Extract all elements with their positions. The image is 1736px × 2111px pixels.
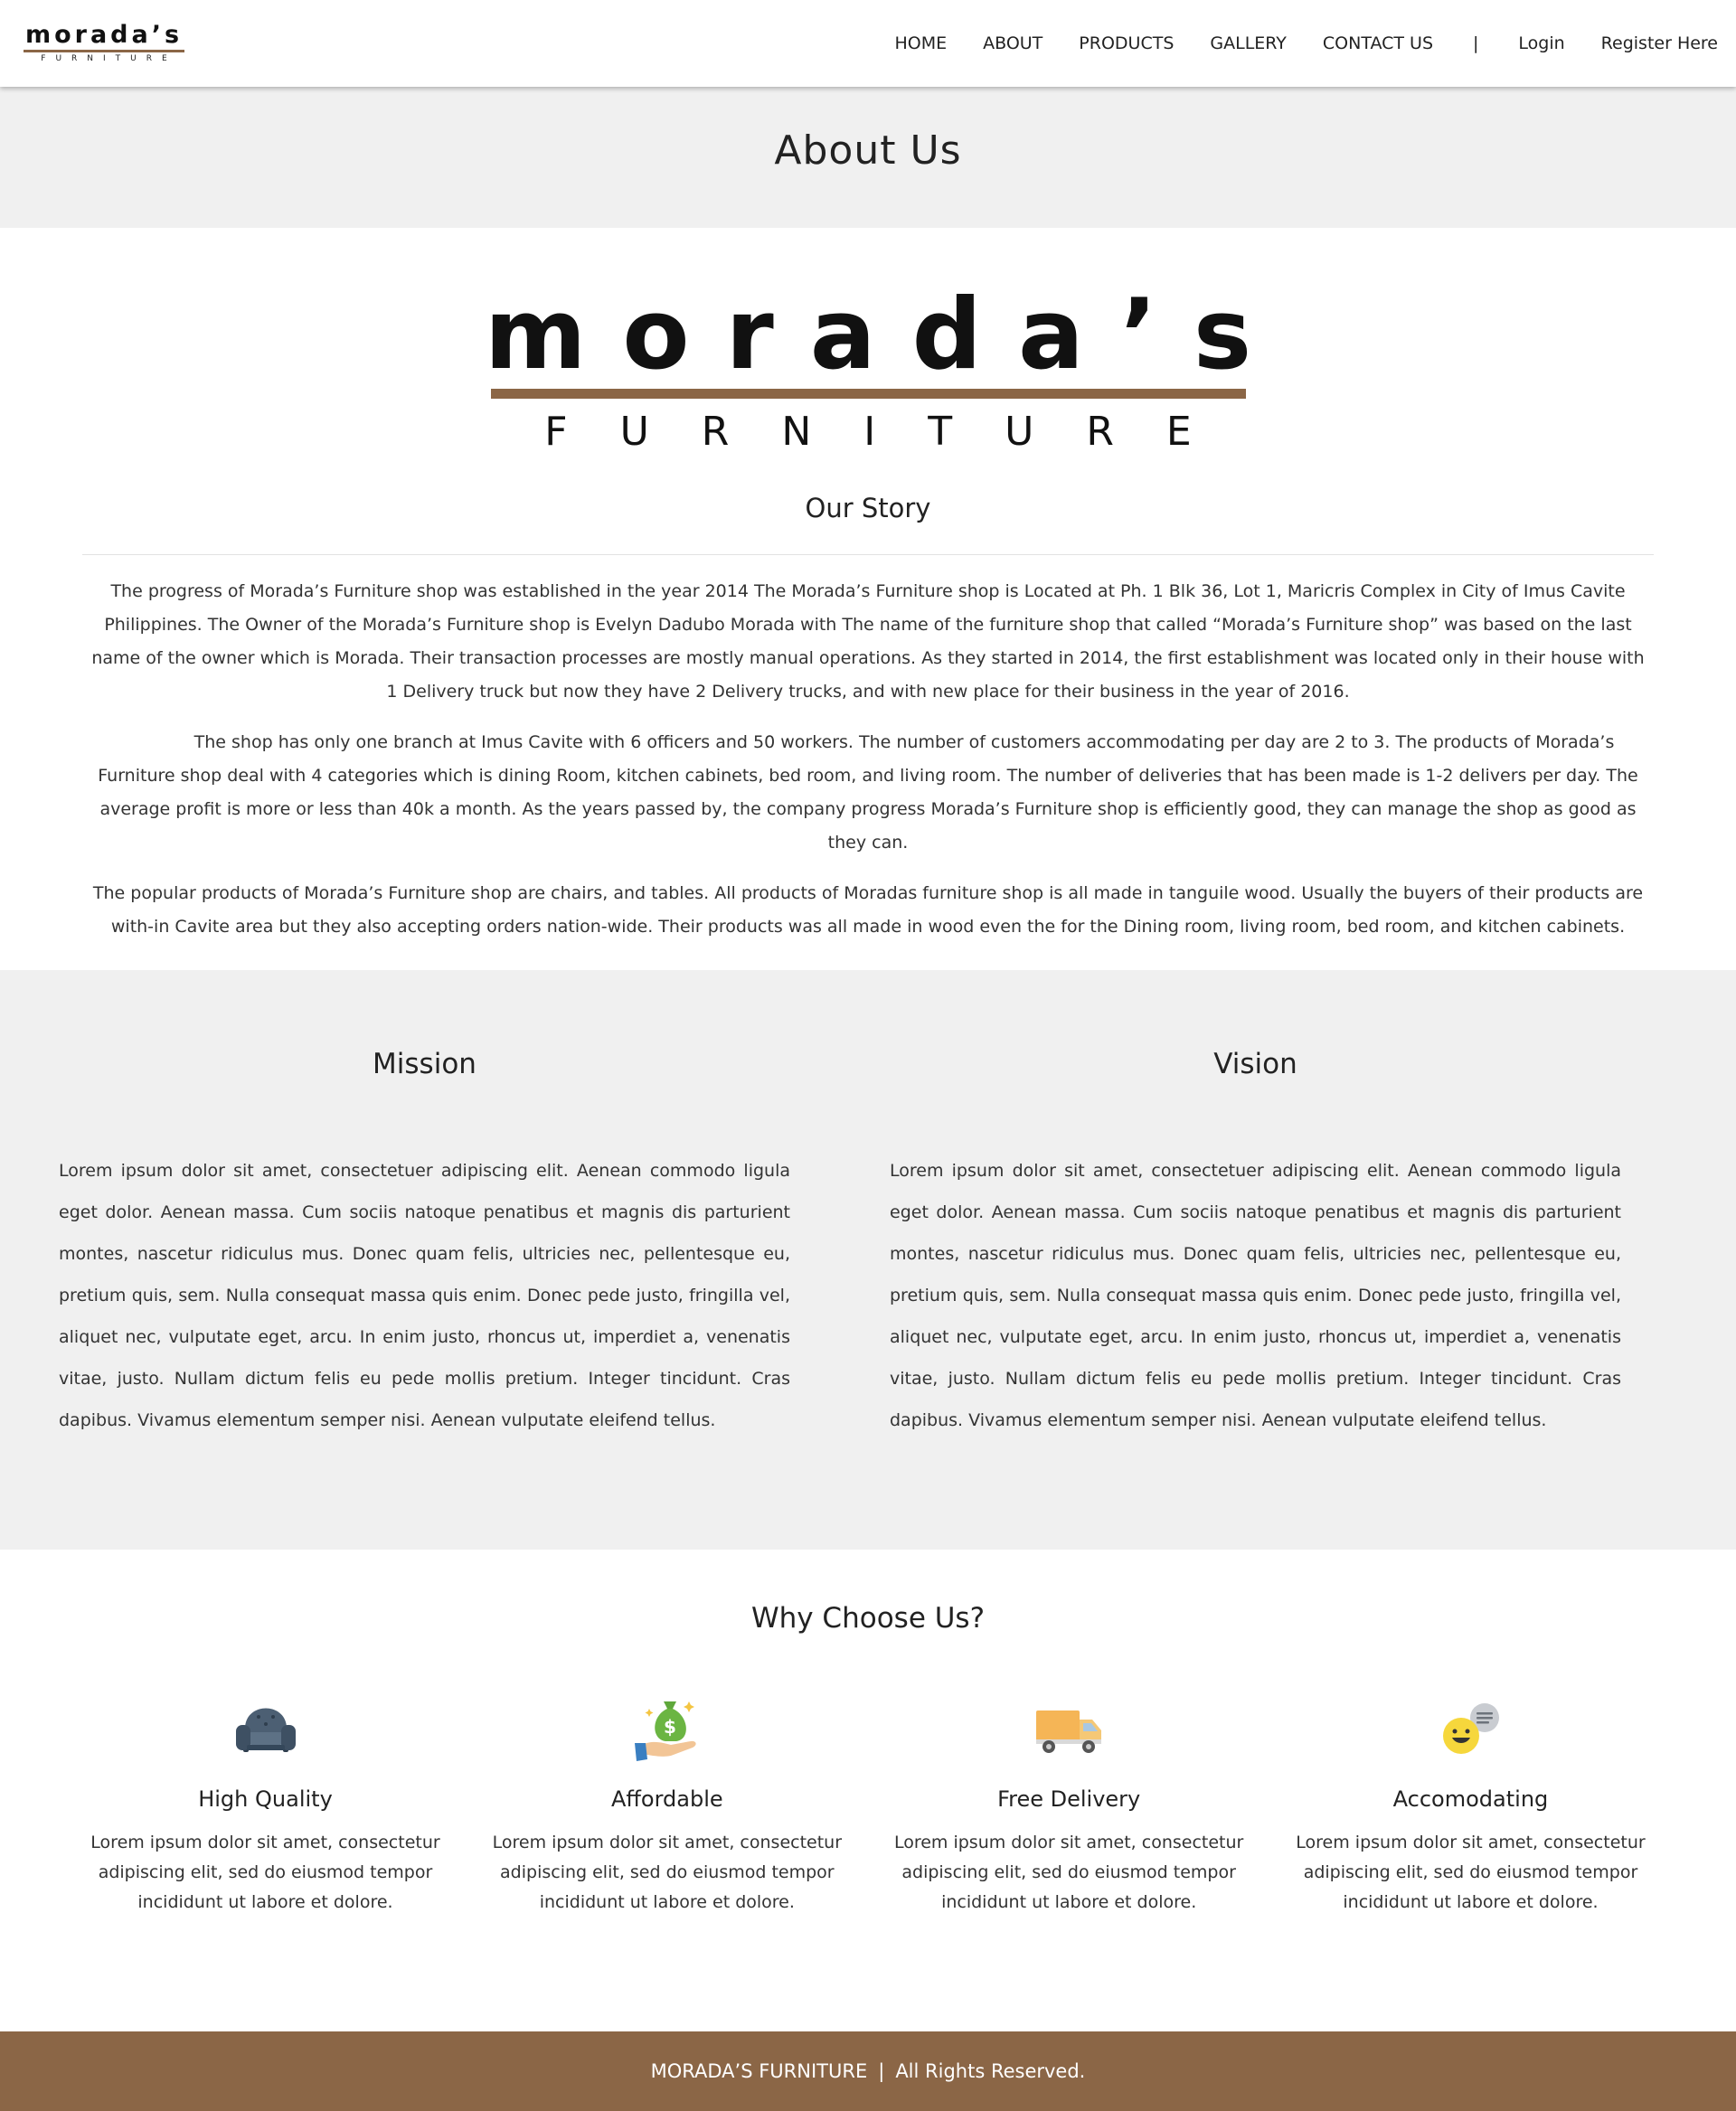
story-heading: Our Story bbox=[805, 493, 931, 523]
nav-about[interactable]: ABOUT bbox=[983, 33, 1043, 53]
vision-column: Vision Lorem ipsum dolor sit amet, conse… bbox=[890, 970, 1621, 1550]
why-heading: Why Choose Us? bbox=[750, 1602, 986, 1635]
feature-title: Accomodating bbox=[1392, 1786, 1549, 1812]
smiley-chat-icon bbox=[1270, 1692, 1671, 1763]
armchair-icon bbox=[65, 1692, 466, 1763]
footer-divider: | bbox=[878, 2060, 885, 2082]
mission-title: Mission bbox=[373, 1048, 476, 1080]
story-logo-sub: FURNITURE bbox=[544, 409, 1244, 455]
about-banner: About Us bbox=[0, 87, 1736, 228]
header-logo-sub: FURNITURE bbox=[41, 54, 177, 63]
header-logo-rule bbox=[24, 50, 184, 52]
vision-title: Vision bbox=[1213, 1048, 1297, 1080]
feature-text: Lorem ipsum dolor sit amet, consectetur … bbox=[1296, 1833, 1646, 1912]
top-navbar: morada’s FURNITURE HOME ABOUT PRODUCTS G… bbox=[0, 0, 1736, 87]
features-row: High Quality Lorem ipsum dolor sit amet,… bbox=[0, 1692, 1736, 1918]
mission-text: Lorem ipsum dolor sit amet, consectetuer… bbox=[59, 1161, 790, 1430]
money-bag-hand-icon: $ bbox=[467, 1692, 867, 1763]
story-section: morada’s FURNITURE Our Story The progres… bbox=[0, 228, 1736, 970]
story-divider bbox=[82, 554, 1654, 555]
feature-affordable: $ Affordable Lorem ipsum dolor sit amet,… bbox=[467, 1692, 867, 1918]
mission-vision-section: Mission Lorem ipsum dolor sit amet, cons… bbox=[0, 970, 1736, 1550]
mission-column: Mission Lorem ipsum dolor sit amet, cons… bbox=[59, 970, 790, 1550]
story-paragraph: The popular products of Morada’s Furnitu… bbox=[92, 883, 1644, 937]
feature-text: Lorem ipsum dolor sit amet, consectetur … bbox=[893, 1833, 1244, 1912]
nav-products[interactable]: PRODUCTS bbox=[1079, 33, 1174, 53]
delivery-truck-icon bbox=[869, 1692, 1269, 1763]
nav-home[interactable]: HOME bbox=[894, 33, 947, 53]
feature-high-quality: High Quality Lorem ipsum dolor sit amet,… bbox=[65, 1692, 466, 1918]
story-logo-rule bbox=[490, 389, 1246, 399]
feature-text: Lorem ipsum dolor sit amet, consectetur … bbox=[90, 1833, 440, 1912]
nav-register[interactable]: Register Here bbox=[1601, 33, 1718, 53]
story-paragraph: The progress of Morada’s Furniture shop … bbox=[91, 581, 1645, 702]
footer-rights: All Rights Reserved. bbox=[895, 2060, 1086, 2082]
nav-contact-us[interactable]: CONTACT US bbox=[1323, 33, 1433, 53]
feature-title: Free Delivery bbox=[997, 1786, 1141, 1812]
feature-title: High Quality bbox=[198, 1786, 333, 1812]
header-logo[interactable]: morada’s FURNITURE bbox=[24, 21, 184, 63]
feature-free-delivery: Free Delivery Lorem ipsum dolor sit amet… bbox=[869, 1692, 1269, 1918]
svg-text:$: $ bbox=[664, 1716, 676, 1738]
feature-accomodating: Accomodating Lorem ipsum dolor sit amet,… bbox=[1270, 1692, 1671, 1918]
story-logo: morada’s FURNITURE bbox=[485, 286, 1251, 455]
feature-text: Lorem ipsum dolor sit amet, consectetur … bbox=[492, 1833, 843, 1912]
story-text: The progress of Morada’s Furniture shop … bbox=[90, 575, 1646, 944]
vision-text: Lorem ipsum dolor sit amet, consectetuer… bbox=[890, 1161, 1621, 1430]
footer-brand: MORADA’S FURNITURE bbox=[650, 2060, 868, 2082]
story-logo-brand: morada’s bbox=[484, 278, 1288, 391]
feature-title: Affordable bbox=[610, 1786, 723, 1812]
nav-gallery[interactable]: GALLERY bbox=[1210, 33, 1287, 53]
why-choose-us-section: Why Choose Us? High Quality Lorem ipsum … bbox=[0, 1550, 1736, 2031]
page-title: About Us bbox=[774, 127, 962, 174]
nav-separator: | bbox=[1473, 33, 1479, 53]
header-logo-brand: morada’s bbox=[24, 21, 184, 49]
story-paragraph: The shop has only one branch at Imus Cav… bbox=[98, 732, 1638, 853]
nav-login[interactable]: Login bbox=[1518, 33, 1564, 53]
main-nav: HOME ABOUT PRODUCTS GALLERY CONTACT US |… bbox=[894, 33, 1718, 53]
footer: MORADA’S FURNITURE | All Rights Reserved… bbox=[0, 2031, 1736, 2111]
